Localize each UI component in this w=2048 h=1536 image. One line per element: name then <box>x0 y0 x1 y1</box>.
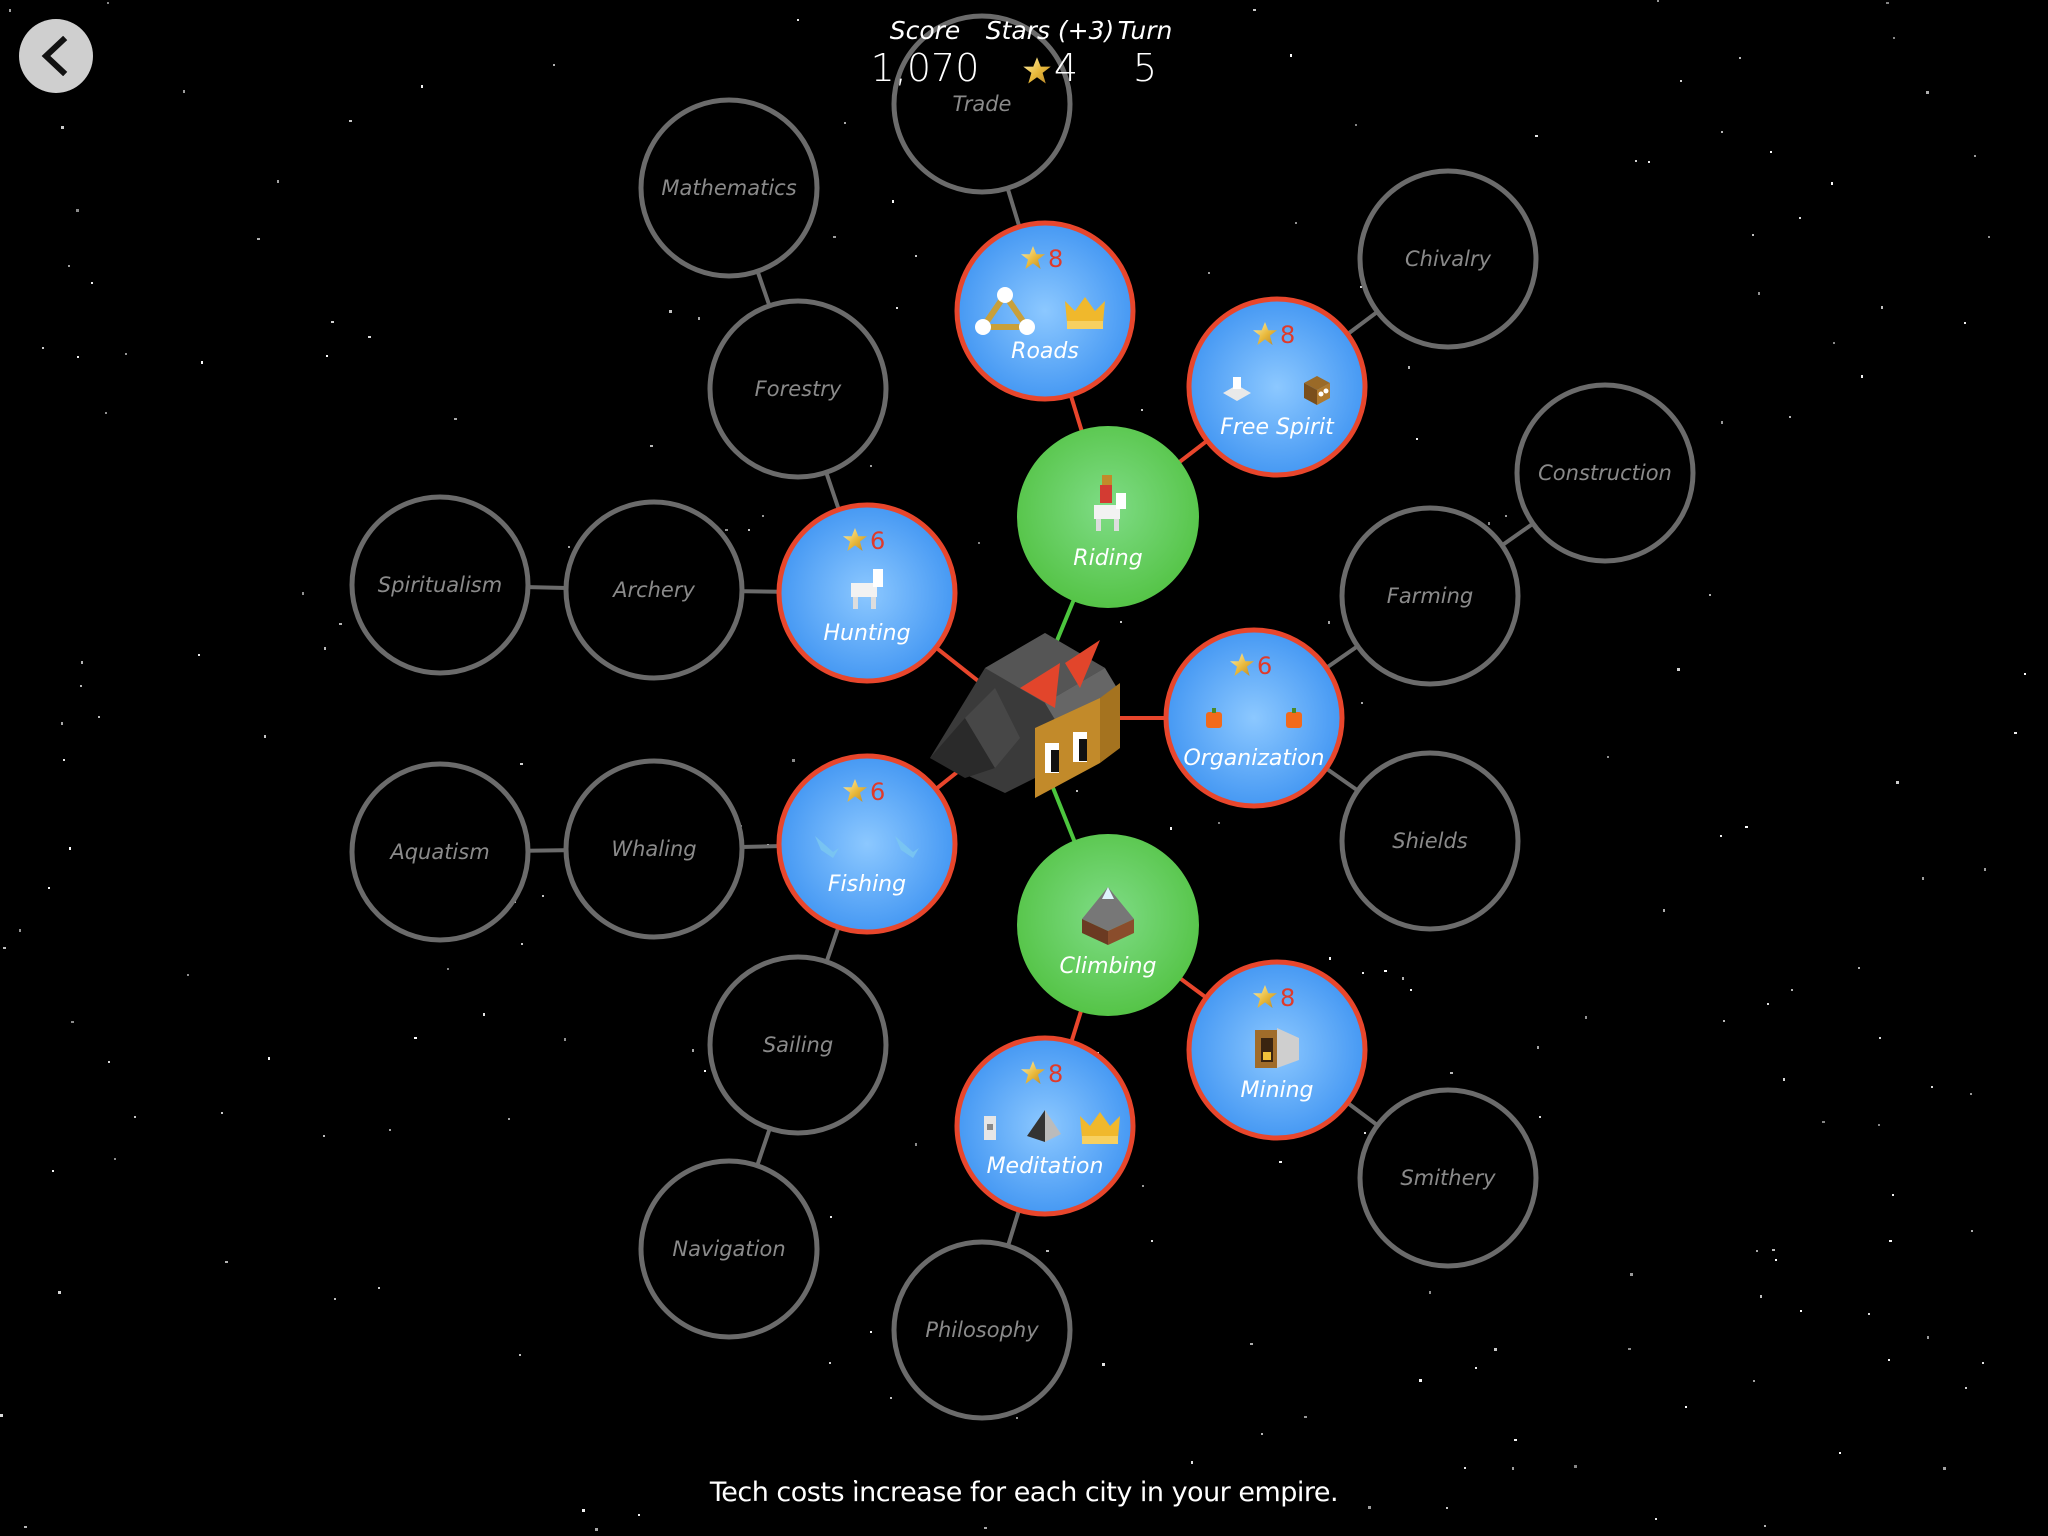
tech-node-spiritualism[interactable]: Spiritualism <box>349 494 531 676</box>
tech-label: Organization <box>1183 746 1324 771</box>
tech-node-philosophy[interactable]: Philosophy <box>891 1239 1073 1421</box>
score-label: Score <box>889 16 961 45</box>
tech-cost: 8 <box>1048 1060 1063 1088</box>
tech-label: Mathematics <box>661 176 796 200</box>
tribe-emblem <box>930 633 1120 798</box>
tech-label: Smithery <box>1400 1166 1496 1190</box>
turn-value: 5 <box>1132 46 1158 90</box>
tech-tree: Riding Climbing 8 Roads 8 Free Spirit 6 Hunting… <box>349 13 1696 1421</box>
tech-node-organization[interactable]: 6 Organization <box>1163 627 1345 809</box>
tech-label: Meditation <box>987 1154 1104 1179</box>
tech-node-climbing[interactable]: Climbing <box>1017 834 1199 1016</box>
tech-node-construction[interactable]: Construction <box>1514 382 1696 564</box>
tech-label: Hunting <box>823 621 910 646</box>
tech-node-sailing[interactable]: Sailing <box>707 954 889 1136</box>
tech-label: Forestry <box>755 377 842 401</box>
tech-label: Aquatism <box>388 840 489 864</box>
tech-label: Free Spirit <box>1220 415 1335 440</box>
tech-label: Riding <box>1073 546 1142 571</box>
tech-label: Shields <box>1392 829 1468 853</box>
status-hud: Score 1,070 Stars (+3) 4 Turn 5 <box>0 16 2048 96</box>
tech-cost: 6 <box>870 527 885 555</box>
tech-label: Spiritualism <box>378 573 502 597</box>
tech-label: Roads <box>1011 339 1079 364</box>
turn-panel: Turn 5 <box>1115 16 1175 90</box>
tech-node-farming[interactable]: Farming <box>1339 505 1521 687</box>
tech-node-navigation[interactable]: Navigation <box>638 1158 820 1340</box>
tech-node-fishing[interactable]: 6 Fishing <box>776 753 958 935</box>
tech-label: Fishing <box>828 872 906 897</box>
tech-label: Farming <box>1387 584 1474 608</box>
tech-cost: 8 <box>1280 321 1295 349</box>
stars-panel: Stars (+3) 4 <box>985 16 1115 90</box>
tech-node-mathematics[interactable]: Mathematics <box>638 97 820 279</box>
turn-label: Turn <box>1117 16 1173 45</box>
tech-label: Mining <box>1240 1078 1313 1103</box>
tech-circle <box>1163 627 1345 809</box>
tech-node-forestry[interactable]: Forestry <box>707 298 889 480</box>
tech-label: Whaling <box>611 837 696 861</box>
tech-node-aquatism[interactable]: Aquatism <box>349 761 531 943</box>
tech-node-roads[interactable]: 8 Roads <box>954 220 1136 402</box>
tech-label: Navigation <box>672 1237 785 1261</box>
star-icon <box>1023 56 1051 83</box>
tech-label: Construction <box>1538 461 1672 485</box>
tech-node-chivalry[interactable]: Chivalry <box>1357 168 1539 350</box>
footer-hint: Tech costs increase for each city in you… <box>709 1477 1339 1508</box>
tech-label: Chivalry <box>1405 247 1492 271</box>
tech-circle <box>776 753 958 935</box>
tech-node-whaling[interactable]: Whaling <box>563 758 745 940</box>
tech-cost: 6 <box>870 778 885 806</box>
stars-label: Stars (+3) <box>985 16 1115 45</box>
tech-circle <box>1186 296 1368 478</box>
tech-label: Philosophy <box>925 1318 1039 1342</box>
tech-cost: 8 <box>1280 984 1295 1012</box>
tribe-head-icon <box>930 633 1120 798</box>
tech-node-mining[interactable]: 8 Mining <box>1186 959 1368 1141</box>
tech-label: Sailing <box>763 1033 833 1057</box>
tech-cost: 6 <box>1257 652 1272 680</box>
tech-node-riding[interactable]: Riding <box>1017 426 1199 608</box>
tech-node-smithery[interactable]: Smithery <box>1357 1087 1539 1269</box>
tech-cost: 8 <box>1048 245 1063 273</box>
score-value: 1,070 <box>870 46 980 90</box>
mountain-temple-icon <box>984 1116 996 1140</box>
tech-label: Climbing <box>1059 954 1156 979</box>
stars-value: 4 <box>1053 46 1079 90</box>
score-panel: Score 1,070 <box>870 16 980 90</box>
tech-node-meditation[interactable]: 8 Meditation <box>954 1035 1136 1217</box>
tech-node-hunting[interactable]: 6 Hunting <box>776 502 958 684</box>
tech-node-shields[interactable]: Shields <box>1339 750 1521 932</box>
tech-label: Archery <box>611 578 695 602</box>
tech-circle <box>954 220 1136 402</box>
tech-node-archery[interactable]: Archery <box>563 499 745 681</box>
tech-node-free_spirit[interactable]: 8 Free Spirit <box>1186 296 1368 478</box>
